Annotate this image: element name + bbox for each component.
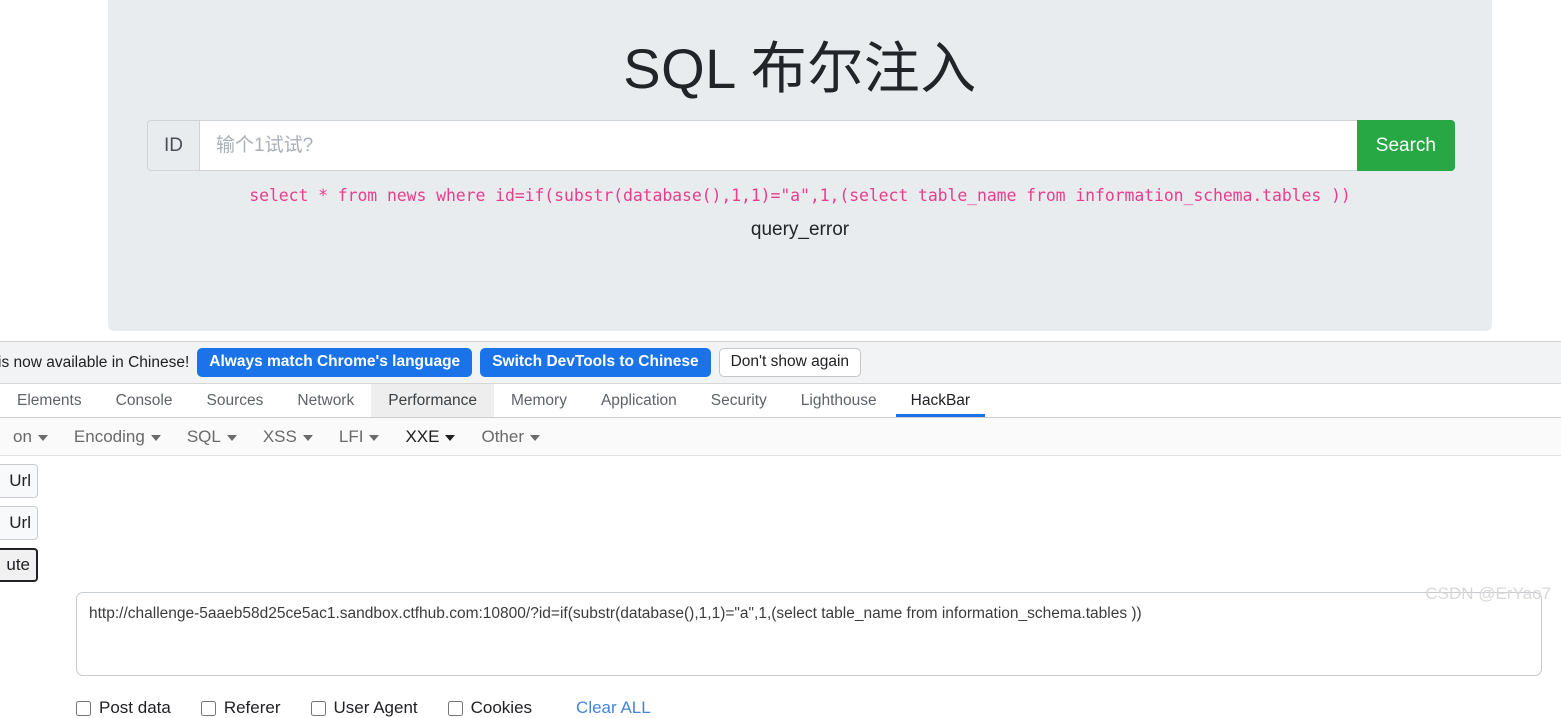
option-post-data[interactable]: Post data — [76, 698, 171, 718]
id-label: ID — [147, 120, 199, 171]
menu-sql-label: SQL — [186, 426, 221, 446]
devtools-panel: is now available in Chinese! Always matc… — [0, 341, 1561, 717]
cookies-checkbox[interactable] — [447, 700, 463, 716]
menu-other[interactable]: Other — [468, 427, 553, 447]
menu-xss-label: XSS — [262, 426, 297, 446]
tab-lighthouse[interactable]: Lighthouse — [784, 384, 894, 417]
watermark: CSDN @ErYao7 — [1425, 584, 1551, 603]
hackbar-side-buttons: Url Url ute — [0, 464, 38, 582]
hackbar-body: Url Url ute Post data Referer User Agent… — [0, 456, 1561, 717]
chevron-down-icon — [150, 435, 161, 441]
referer-checkbox[interactable] — [200, 700, 216, 716]
menu-lfi-label: LFI — [338, 426, 364, 446]
hackbar-menubar: on Encoding SQL XSS LFI XXE Other — [0, 418, 1561, 456]
devtools-locale-bar: is now available in Chinese! Always matc… — [0, 342, 1561, 384]
tab-sources[interactable]: Sources — [190, 384, 281, 417]
tab-console[interactable]: Console — [99, 384, 190, 417]
switch-devtools-to-chinese-button[interactable]: Switch DevTools to Chinese — [480, 348, 711, 377]
browser-viewport: SQL 布尔注入 ID Search select * from news wh… — [0, 0, 1561, 341]
hackbar-options-row: Post data Referer User Agent Cookies Cle… — [76, 698, 651, 718]
menu-lfi[interactable]: LFI — [326, 427, 393, 447]
referer-label: Referer — [223, 698, 281, 717]
dont-show-again-button[interactable]: Don't show again — [718, 348, 862, 377]
user-agent-label: User Agent — [333, 698, 418, 717]
chevron-down-icon — [530, 435, 540, 441]
tab-security[interactable]: Security — [694, 384, 784, 417]
clear-all-link[interactable]: Clear ALL — [576, 698, 651, 718]
tab-elements[interactable]: Elements — [0, 384, 99, 417]
id-search-group: ID Search — [147, 120, 1455, 171]
menu-other-label: Other — [481, 426, 524, 446]
option-user-agent[interactable]: User Agent — [310, 698, 418, 718]
chevron-down-icon — [37, 435, 48, 441]
menu-xss[interactable]: XSS — [250, 427, 326, 447]
menu-encoding-label: Encoding — [73, 426, 145, 446]
search-button[interactable]: Search — [1356, 120, 1455, 171]
option-referer[interactable]: Referer — [200, 698, 281, 718]
devtools-tabbar: Elements Console Sources Network Perform… — [0, 384, 1561, 418]
option-cookies[interactable]: Cookies — [447, 698, 533, 718]
menu-xxe[interactable]: XXE — [392, 427, 468, 447]
user-agent-checkbox[interactable] — [310, 700, 326, 716]
split-url-button[interactable]: Url — [0, 506, 38, 540]
tab-hackbar[interactable]: HackBar — [894, 384, 987, 417]
chevron-down-icon — [369, 435, 380, 441]
cookies-label: Cookies — [470, 698, 533, 717]
menu-execution[interactable]: on — [0, 427, 61, 447]
menu-xxe-label: XXE — [405, 426, 440, 446]
tab-application[interactable]: Application — [584, 384, 694, 417]
tab-network[interactable]: Network — [280, 384, 371, 417]
chevron-down-icon — [226, 435, 237, 441]
page-title: SQL 布尔注入 — [623, 37, 977, 100]
chevron-down-icon — [302, 435, 313, 441]
post-data-label: Post data — [99, 698, 171, 717]
menu-encoding[interactable]: Encoding — [61, 427, 174, 447]
post-data-checkbox[interactable] — [76, 700, 91, 716]
menu-sql[interactable]: SQL — [174, 427, 250, 447]
tab-performance[interactable]: Performance — [371, 384, 494, 417]
load-url-button[interactable]: Url — [0, 464, 38, 498]
tab-memory[interactable]: Memory — [494, 384, 584, 417]
query-result-text: query_error — [750, 219, 850, 240]
locale-message: is now available in Chinese! — [0, 353, 190, 371]
menu-execution-label: on — [13, 426, 32, 446]
id-input[interactable] — [199, 120, 1357, 171]
sql-query-text: select * from news where id=if(substr(da… — [249, 186, 1351, 205]
chevron-down-icon — [445, 435, 456, 441]
always-match-chrome-language-button[interactable]: Always match Chrome's language — [197, 348, 473, 377]
execute-button[interactable]: ute — [0, 548, 38, 582]
jumbotron-panel: SQL 布尔注入 ID Search select * from news wh… — [108, 0, 1492, 331]
